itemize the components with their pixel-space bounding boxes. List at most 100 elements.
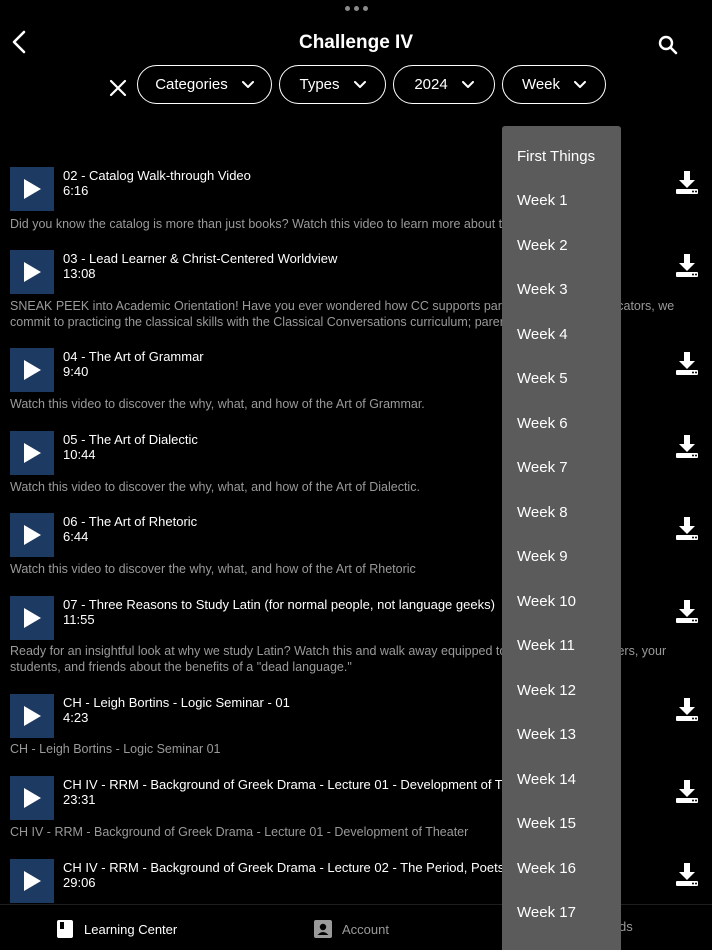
download-icon — [676, 600, 698, 623]
download-icon — [676, 780, 698, 803]
video-thumbnail[interactable] — [10, 859, 54, 903]
download-button[interactable] — [674, 861, 700, 887]
chevron-down-icon — [461, 80, 474, 88]
chevron-down-icon — [574, 80, 587, 88]
account-icon — [314, 920, 332, 938]
video-duration: 6:16 — [63, 183, 89, 198]
download-button[interactable] — [674, 598, 700, 624]
video-thumbnail[interactable] — [10, 250, 54, 294]
tab-account[interactable]: Account — [314, 919, 389, 939]
dropdown-option[interactable]: Week 5 — [517, 370, 568, 387]
year-filter-label: 2024 — [414, 76, 448, 93]
dropdown-option[interactable]: Week 11 — [517, 637, 575, 654]
week-dropdown-menu: First Things Week 1 Week 2 Week 3 Week 4… — [502, 126, 621, 950]
video-title: 02 - Catalog Walk-through Video — [63, 168, 251, 183]
dropdown-option[interactable]: Week 16 — [517, 860, 576, 877]
download-icon — [676, 171, 698, 194]
dot — [363, 6, 368, 11]
tab-downloads[interactable]: ds — [619, 919, 633, 934]
dropdown-option[interactable]: Week 12 — [517, 682, 576, 699]
book-icon — [57, 920, 73, 938]
video-thumbnail[interactable] — [10, 694, 54, 738]
video-duration: 9:40 — [63, 364, 89, 379]
dropdown-option[interactable]: Week 10 — [517, 593, 576, 610]
types-filter-label: Types — [299, 76, 340, 93]
dropdown-option[interactable]: Week 17 — [517, 904, 576, 921]
back-chevron-icon — [12, 30, 26, 54]
close-icon — [109, 79, 127, 97]
year-filter[interactable]: 2024 — [393, 65, 495, 104]
video-duration: 29:06 — [63, 875, 96, 890]
dropdown-option[interactable]: Week 14 — [517, 771, 576, 788]
types-filter[interactable]: Types — [279, 65, 386, 104]
video-title: 05 - The Art of Dialectic — [63, 432, 198, 447]
download-icon — [676, 698, 698, 721]
dropdown-option[interactable]: Week 2 — [517, 237, 568, 254]
dropdown-option[interactable]: Week 15 — [517, 815, 576, 832]
back-button[interactable] — [8, 28, 30, 56]
tab-label: ds — [619, 919, 633, 934]
download-button[interactable] — [674, 252, 700, 278]
play-icon — [24, 871, 41, 891]
page-title: Challenge IV — [298, 32, 414, 53]
video-thumbnail[interactable] — [10, 167, 54, 211]
dropdown-option[interactable]: Week 6 — [517, 415, 568, 432]
video-title: CH IV - RRM - Background of Greek Drama … — [63, 860, 505, 875]
download-icon — [676, 863, 698, 886]
video-title: CH - Leigh Bortins - Logic Seminar - 01 — [63, 695, 290, 710]
chevron-down-icon — [241, 80, 254, 88]
video-duration: 4:23 — [63, 710, 89, 725]
dropdown-option[interactable]: Week 8 — [517, 504, 568, 521]
tab-learning-center[interactable]: Learning Center — [56, 919, 177, 939]
download-icon — [676, 517, 698, 540]
tab-label: Learning Center — [84, 921, 178, 937]
video-thumbnail[interactable] — [10, 431, 54, 475]
week-filter-label: Week — [521, 76, 561, 93]
video-duration: 23:31 — [63, 792, 96, 807]
clear-filters-button[interactable] — [107, 77, 129, 99]
download-icon — [676, 435, 698, 458]
dropdown-option[interactable]: Week 13 — [517, 726, 576, 743]
download-icon — [676, 352, 698, 375]
search-button[interactable] — [656, 33, 680, 57]
play-icon — [24, 262, 41, 282]
dropdown-option[interactable]: First Things — [517, 148, 595, 165]
download-button[interactable] — [674, 696, 700, 722]
dropdown-option[interactable]: Week 7 — [517, 459, 568, 476]
play-icon — [24, 360, 41, 380]
dot — [345, 6, 350, 11]
categories-filter[interactable]: Categories — [137, 65, 272, 104]
video-title: 03 - Lead Learner & Christ-Centered Worl… — [63, 251, 338, 266]
download-button[interactable] — [674, 433, 700, 459]
dot — [354, 6, 359, 11]
play-icon — [24, 525, 41, 545]
video-duration: 11:55 — [63, 612, 95, 627]
video-duration: 6:44 — [63, 529, 89, 544]
play-icon — [24, 179, 41, 199]
dropdown-option[interactable]: Week 3 — [517, 281, 568, 298]
download-button[interactable] — [674, 515, 700, 541]
video-duration: 10:44 — [63, 447, 96, 462]
dropdown-option[interactable]: Week 4 — [517, 326, 568, 343]
chevron-down-icon — [353, 80, 366, 88]
video-thumbnail[interactable] — [10, 776, 54, 820]
play-icon — [24, 443, 41, 463]
dropdown-option[interactable]: Week 1 — [517, 192, 568, 209]
video-thumbnail[interactable] — [10, 596, 54, 640]
video-duration: 13:08 — [63, 266, 96, 281]
download-button[interactable] — [674, 169, 700, 195]
categories-filter-label: Categories — [155, 76, 228, 93]
download-button[interactable] — [674, 778, 700, 804]
week-filter[interactable]: Week — [502, 65, 606, 104]
tab-label: Account — [342, 921, 389, 937]
video-title: 04 - The Art of Grammar — [63, 349, 204, 364]
play-icon — [24, 608, 41, 628]
video-thumbnail[interactable] — [10, 348, 54, 392]
dropdown-option[interactable]: Week 9 — [517, 548, 568, 565]
video-title: CH IV - RRM - Background of Greek Drama … — [63, 777, 540, 792]
play-icon — [24, 788, 41, 808]
play-icon — [24, 706, 41, 726]
window-grabber[interactable] — [345, 6, 368, 11]
video-thumbnail[interactable] — [10, 513, 54, 557]
download-button[interactable] — [674, 350, 700, 376]
